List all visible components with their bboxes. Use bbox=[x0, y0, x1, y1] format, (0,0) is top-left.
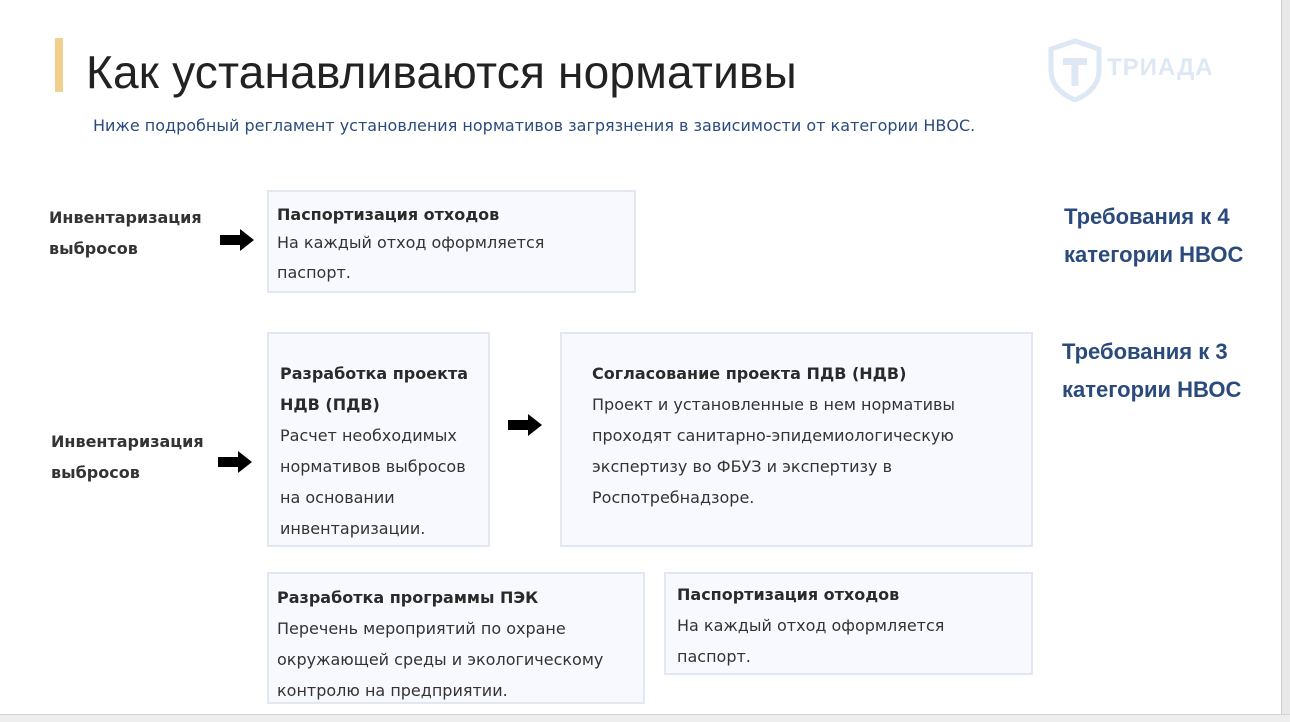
label-line: Инвентаризация bbox=[49, 208, 202, 227]
box-line: Проект и установленные в нем нормативы bbox=[592, 395, 956, 414]
pdv-approval-box: Согласование проекта ПДВ (НДВ) Проект и … bbox=[560, 332, 1033, 547]
box-line: Роспотребнадзоре. bbox=[592, 488, 755, 507]
logo-text: ТРИАДА bbox=[1107, 54, 1214, 81]
requirement-cat3: Требования к 3 категории НВОС bbox=[1062, 333, 1241, 409]
box-line: Расчет необходимых bbox=[280, 426, 457, 445]
requirement-line: Требования к 4 bbox=[1064, 204, 1230, 229]
requirement-line: категории НВОС bbox=[1062, 377, 1242, 402]
box-title: Паспортизация отходов bbox=[677, 585, 900, 604]
box-line: экспертизу во ФБУЗ и экспертизу в bbox=[592, 457, 893, 476]
box-line: паспорт. bbox=[277, 263, 351, 282]
box-line: контролю на предприятии. bbox=[277, 681, 508, 700]
pek-program-box: Разработка программы ПЭК Перечень меропр… bbox=[267, 572, 645, 704]
arrow-right-icon bbox=[218, 451, 252, 473]
arrow-right-icon bbox=[220, 229, 254, 251]
page-title: Как устанавливаются нормативы bbox=[86, 46, 797, 98]
requirement-line: Требования к 3 bbox=[1062, 339, 1228, 364]
box-line: паспорт. bbox=[677, 647, 751, 666]
box-title: Согласование проекта ПДВ (НДВ) bbox=[592, 364, 907, 383]
box-title: Разработка проекта bbox=[280, 364, 469, 383]
box-line: инвентаризации. bbox=[280, 519, 426, 538]
box-line: На каждый отход оформляется bbox=[677, 616, 945, 635]
arrow-right-icon bbox=[508, 414, 542, 436]
box-title: Паспортизация отходов bbox=[277, 205, 500, 224]
waste-passport-box-cat3: Паспортизация отходов На каждый отход оф… bbox=[664, 572, 1033, 675]
title-accent-bar bbox=[55, 38, 63, 92]
page-subtitle: Ниже подробный регламент установления но… bbox=[93, 116, 976, 135]
slide-right-edge bbox=[1281, 0, 1290, 721]
box-line: на основании bbox=[280, 488, 395, 507]
inventory-label-cat3: Инвентаризация выбросов bbox=[51, 426, 204, 488]
requirement-cat4: Требования к 4 категории НВОС bbox=[1064, 198, 1243, 274]
inventory-label-cat4: Инвентаризация выбросов bbox=[49, 202, 202, 264]
project-ndv-box: Разработка проекта НДВ (ПДВ) Расчет необ… bbox=[267, 332, 490, 547]
box-title: НДВ (ПДВ) bbox=[280, 395, 380, 414]
label-line: выбросов bbox=[49, 239, 138, 258]
box-line: проходят санитарно-эпидемиологическую bbox=[592, 426, 954, 445]
box-line: нормативов выбросов bbox=[280, 457, 466, 476]
box-line: На каждый отход оформляется bbox=[277, 233, 545, 252]
triada-logo: ТРИАДА bbox=[1047, 38, 1237, 102]
label-line: выбросов bbox=[51, 463, 140, 482]
label-line: Инвентаризация bbox=[51, 432, 204, 451]
box-line: Перечень мероприятий по охране bbox=[277, 619, 566, 638]
box-title: Разработка программы ПЭК bbox=[277, 588, 539, 607]
shield-t-logo-icon bbox=[1048, 38, 1102, 102]
box-line: окружающей среды и экологическому bbox=[277, 650, 604, 669]
waste-passport-box-cat4: Паспортизация отходов На каждый отход оф… bbox=[267, 190, 636, 293]
requirement-line: категории НВОС bbox=[1064, 242, 1244, 267]
